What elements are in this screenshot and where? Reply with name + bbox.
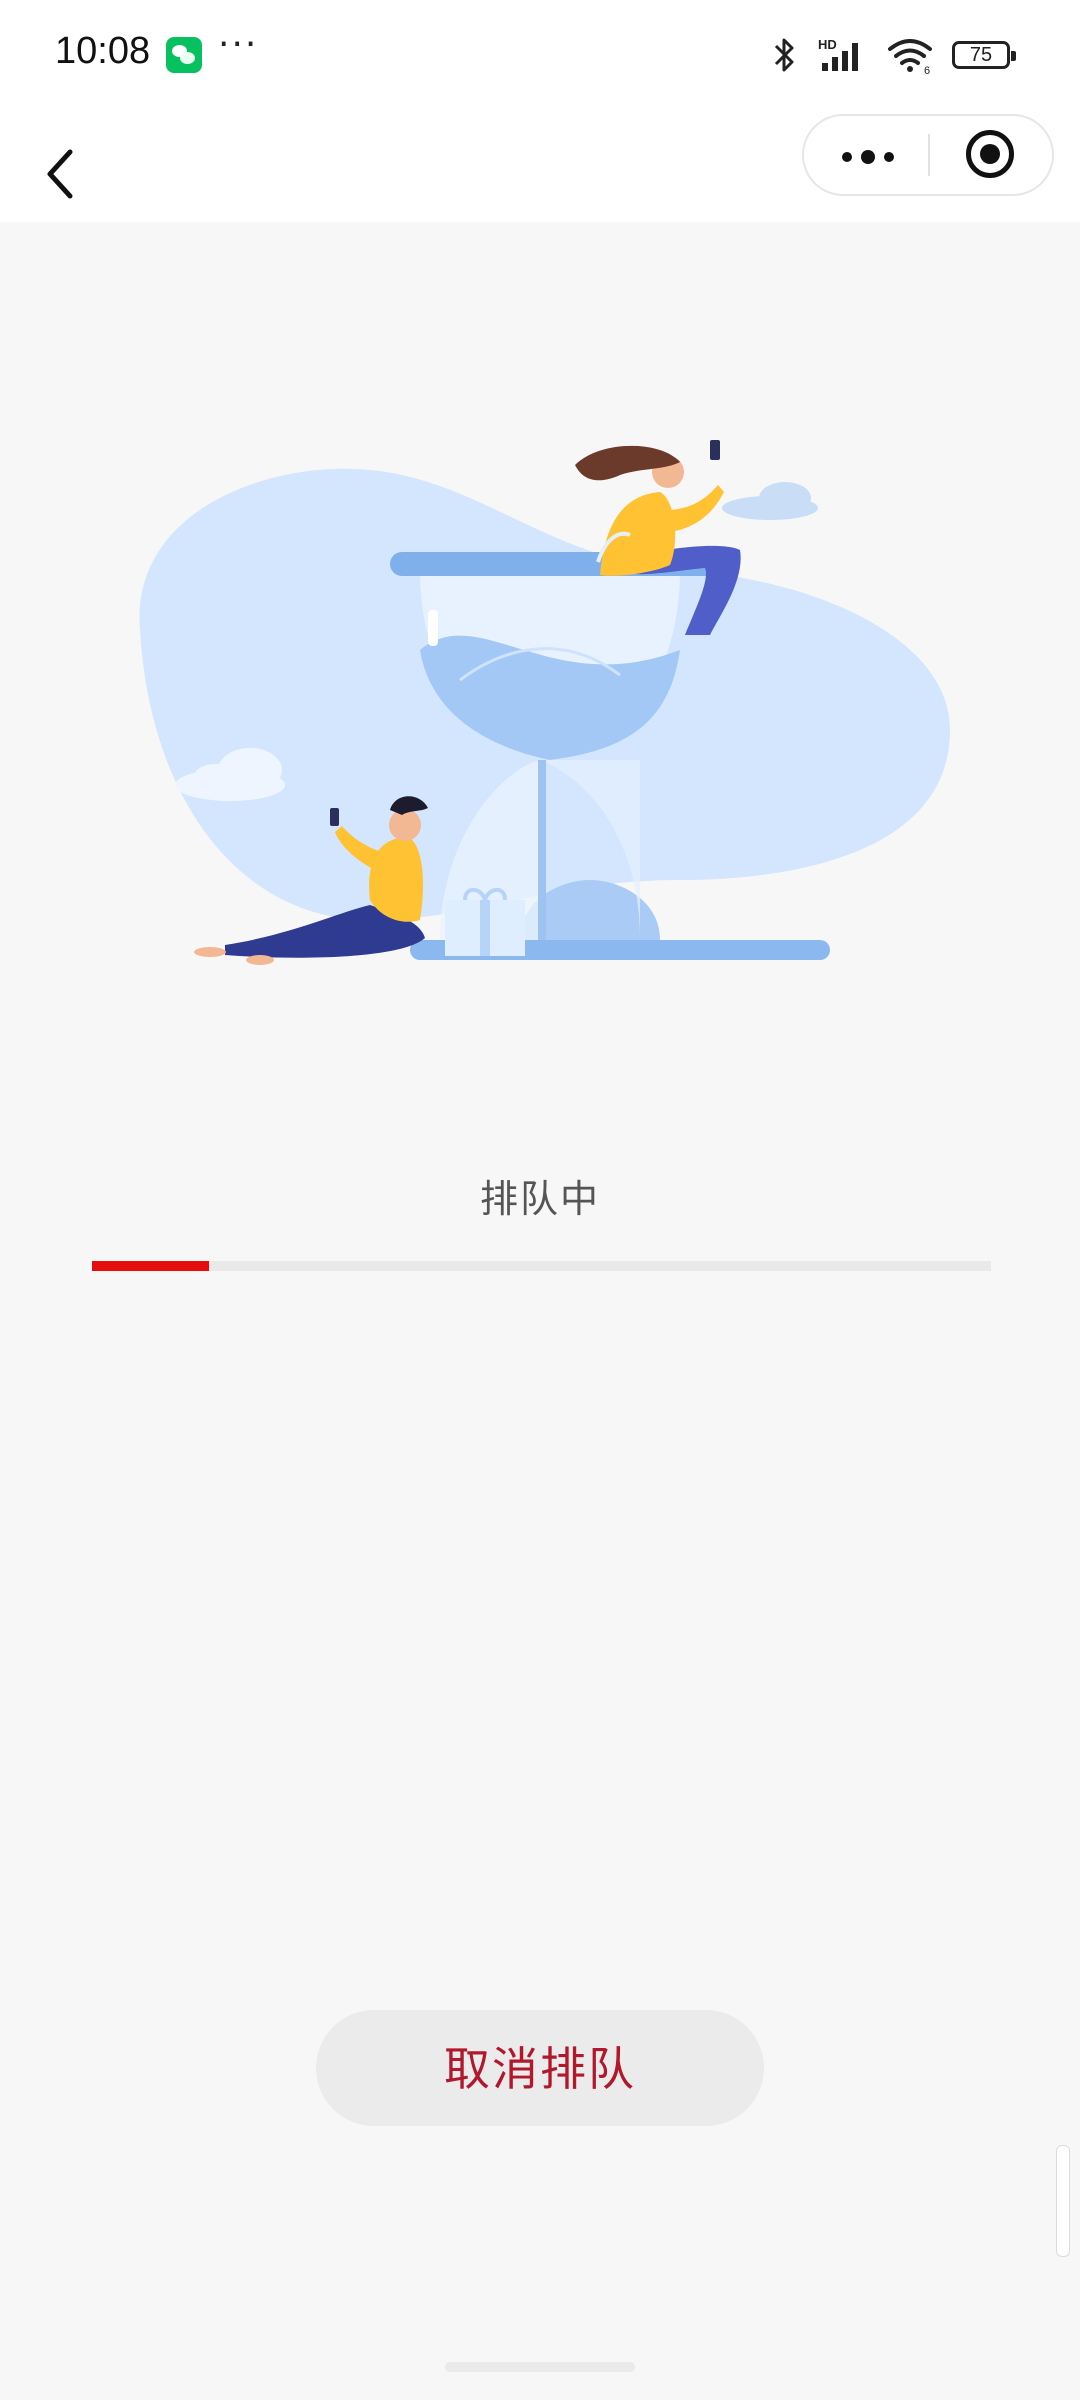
signal-hd-icon: HD <box>818 37 858 71</box>
svg-text:HD: HD <box>818 37 837 52</box>
status-overflow: ··· <box>218 24 259 65</box>
queue-progress-bar <box>92 1261 991 1271</box>
status-bar: 10:08 ··· HD 6 75 <box>0 0 1080 110</box>
svg-text:6: 6 <box>924 65 930 75</box>
queue-status-text: 排队中 <box>479 1177 600 1221</box>
wifi-icon: 6 <box>888 39 932 75</box>
status-time: 10:08 <box>55 30 151 72</box>
wechat-icon <box>166 37 202 73</box>
mini-program-capsule <box>802 114 1054 196</box>
scroll-indicator[interactable] <box>1056 2145 1070 2257</box>
more-dots-icon[interactable] <box>804 116 928 194</box>
cancel-queue-button[interactable]: 取消排队 <box>316 2010 764 2126</box>
nav-bar <box>0 110 1080 222</box>
target-icon[interactable] <box>930 116 1054 194</box>
queue-progress-fill <box>92 1261 209 1271</box>
battery-icon: 75 <box>952 41 1016 69</box>
chevron-left-icon[interactable] <box>40 130 100 202</box>
home-indicator[interactable] <box>445 2362 635 2372</box>
bluetooth-icon <box>774 38 794 72</box>
queue-illustration <box>139 440 950 965</box>
